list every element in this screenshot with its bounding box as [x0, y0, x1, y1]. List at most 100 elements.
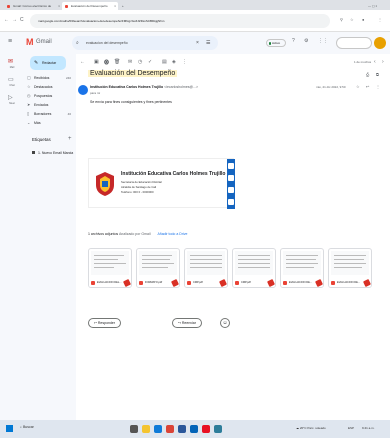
browser-tab-gmail[interactable]: Gmail: Correo electrónico de ×: [4, 2, 62, 10]
back-arrow-icon[interactable]: ←: [4, 17, 9, 23]
attachment-name: EVALUACION DEL...: [97, 281, 122, 284]
taskbar-search[interactable]: ⌕ Buscar: [20, 425, 34, 429]
attachments-scan-note: Analizado por Gmail: [118, 232, 151, 236]
more-options-icon[interactable]: ⋮: [182, 59, 187, 65]
more-vert-icon[interactable]: ⋮: [376, 84, 380, 89]
user-avatar[interactable]: [374, 37, 386, 49]
search-options-icon[interactable]: ☰: [206, 36, 210, 50]
tab-close-icon[interactable]: ×: [58, 2, 60, 10]
nav-item-more[interactable]: ⌄ Más: [24, 119, 76, 127]
hamburger-menu-icon[interactable]: ≡: [8, 38, 12, 45]
print-icon[interactable]: ⎙: [366, 72, 369, 77]
profile-icon[interactable]: ●: [362, 17, 364, 22]
settings-gear-icon[interactable]: ⚙: [304, 38, 308, 44]
forward-button[interactable]: ↪ Reenviar: [172, 318, 202, 328]
windows-start-icon[interactable]: [6, 425, 13, 432]
mark-unread-icon[interactable]: ✉: [128, 59, 132, 65]
pager-text: 1 de muchos: [354, 60, 372, 64]
gmail-logo-icon[interactable]: M: [26, 37, 34, 47]
outlook-icon[interactable]: [190, 425, 198, 433]
chrome-icon[interactable]: [166, 425, 174, 433]
task-view-icon[interactable]: [130, 425, 138, 433]
nav-item-sent[interactable]: ➤ Enviados: [24, 101, 76, 109]
extensions-icon[interactable]: ⚲: [340, 17, 343, 22]
back-to-results-icon[interactable]: ←: [80, 59, 85, 65]
status-chip[interactable]: Activo: [266, 39, 286, 47]
nav-item-label: Pospuestos: [34, 94, 53, 98]
new-tab-button[interactable]: +: [120, 2, 128, 10]
instagram-icon[interactable]: [228, 175, 234, 181]
reply-button[interactable]: ↩ Responder: [88, 318, 122, 328]
star-icon[interactable]: ☆: [356, 84, 360, 89]
nav-item-label: Destacados: [34, 85, 53, 89]
open-new-window-icon[interactable]: ⧉: [376, 72, 379, 77]
sender-name-text: Institución Educativa Carlos Holmes Truj…: [90, 85, 164, 89]
next-icon[interactable]: ›: [382, 59, 384, 65]
bookmark-star-icon[interactable]: ☆: [350, 17, 354, 22]
compose-button[interactable]: ✎ Redactar: [30, 56, 66, 70]
web-icon[interactable]: [228, 199, 234, 205]
reload-icon[interactable]: C: [20, 17, 24, 23]
gmail-favicon-icon: [65, 4, 68, 8]
account-chip[interactable]: [336, 37, 372, 49]
window-controls[interactable]: — ▢ ×: [366, 2, 388, 10]
nav-item-starred[interactable]: ☆ Destacados: [24, 83, 76, 91]
nav-item-snoozed[interactable]: ◷ Pospuestos: [24, 92, 76, 100]
signature-title: Institución Educativa Carlos Holmes Truj…: [121, 171, 226, 177]
rail-label-chat: Chat: [9, 84, 15, 87]
address-bar[interactable]: mail.google.com/mail/u/0/#search/evaluac…: [30, 14, 330, 28]
snooze-icon[interactable]: ◷: [138, 59, 142, 65]
signature-line: Secretaría de Educación Distrital: [121, 180, 162, 184]
delete-icon[interactable]: 🗑: [114, 59, 120, 65]
status-dot-icon: [268, 42, 271, 45]
nav-item-label: Enviados: [34, 103, 49, 107]
emoji-react-button[interactable]: ☺: [220, 318, 230, 328]
add-all-to-drive-link[interactable]: Añadir todo a Drive: [157, 232, 187, 236]
mail-icon[interactable]: ✉: [8, 58, 13, 65]
attachment-preview: [187, 251, 225, 275]
attachment-preview: [139, 251, 177, 275]
archive-icon[interactable]: ▣: [94, 59, 99, 65]
add-task-icon[interactable]: ✓: [148, 59, 152, 65]
move-to-icon[interactable]: ▤: [162, 59, 167, 65]
facebook-icon[interactable]: [228, 163, 234, 169]
recipient-line[interactable]: para mí: [90, 91, 100, 95]
gmail-favicon-icon: [7, 4, 10, 8]
mail-search-input[interactable]: ⌕ evaluacion del desempeño × ☰: [72, 36, 218, 50]
edge-icon[interactable]: [154, 425, 162, 433]
store-icon[interactable]: [202, 425, 210, 433]
nav-item-label: Más: [34, 121, 41, 125]
prev-icon[interactable]: ‹: [374, 59, 376, 65]
weather-widget[interactable]: ☁ 20°C Parc. soleado: [296, 426, 326, 430]
tab-close-icon[interactable]: ×: [114, 2, 116, 10]
browser-tab-evaluacion[interactable]: Evaluación del Desempeño ×: [62, 2, 118, 10]
gmail-wordmark[interactable]: Gmail: [36, 39, 52, 45]
nav-item-drafts[interactable]: ▯ Borradores 46: [24, 110, 76, 118]
label-icon[interactable]: ◈: [172, 59, 176, 65]
file-explorer-icon[interactable]: [142, 425, 150, 433]
sender-name[interactable]: Institución Educativa Carlos Holmes Truj…: [90, 85, 198, 89]
search-icon[interactable]: ⌕: [76, 36, 79, 50]
app-rail: ✉ Mail ▭ Chat ▷ Meet: [0, 54, 24, 420]
nav-item-inbox[interactable]: ▢ Recibidos 240: [24, 74, 76, 82]
browser-menu-icon[interactable]: ⋮: [378, 17, 382, 22]
help-icon[interactable]: ?: [292, 38, 295, 44]
clock[interactable]: 9:41 a.m.: [362, 426, 375, 430]
twitter-icon[interactable]: [228, 187, 234, 193]
language-indicator[interactable]: ESP: [348, 426, 354, 430]
clear-search-icon[interactable]: ×: [196, 36, 199, 50]
forward-arrow-icon[interactable]: →: [12, 17, 17, 23]
word-icon[interactable]: [178, 425, 186, 433]
nav-item-count: 46: [67, 112, 71, 116]
taskbar-search-label: Buscar: [22, 425, 34, 429]
report-spam-icon[interactable]: ⓿: [104, 59, 109, 66]
reply-label: Responder: [97, 321, 116, 325]
apps-grid-icon[interactable]: ⋮⋮: [318, 38, 328, 44]
sender-avatar: [78, 85, 88, 95]
chat-icon[interactable]: ▭: [8, 76, 14, 83]
add-label-icon[interactable]: +: [68, 136, 72, 142]
label-item[interactable]: 1. Nuevo Email Marcia: [32, 151, 73, 155]
meet-icon[interactable]: ▷: [8, 94, 13, 101]
app-icon[interactable]: [214, 425, 222, 433]
reply-icon[interactable]: ↩: [366, 84, 369, 89]
